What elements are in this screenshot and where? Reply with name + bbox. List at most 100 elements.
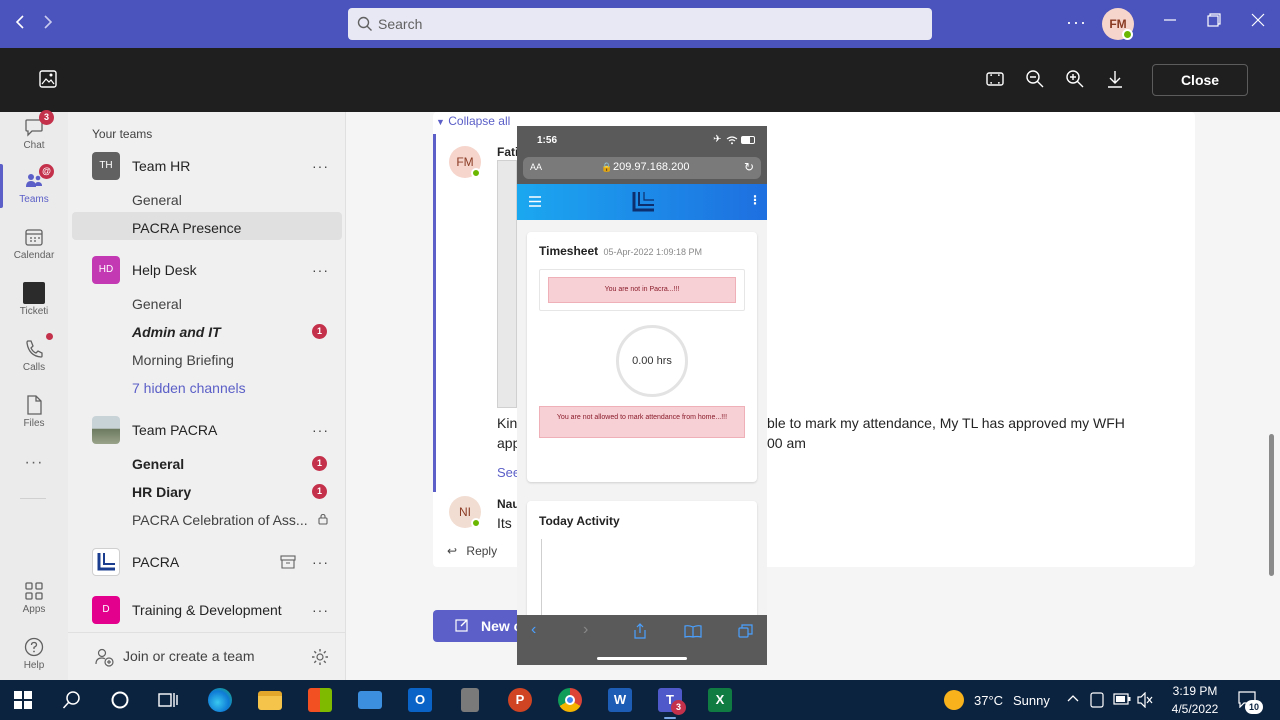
team-more-options-icon[interactable]: ··· [312,422,329,438]
hours-gauge: 0.00 hrs [616,325,688,397]
help-icon [24,637,44,657]
team-row-training[interactable]: D Training & Development ··· [68,596,345,624]
channel-general[interactable]: General [132,296,182,312]
reload-icon: ↻ [744,160,755,174]
clock-date[interactable]: 4/5/2022 [1164,702,1226,716]
rail-calls[interactable]: Calls [0,338,68,373]
volume-muted-icon[interactable] [1137,692,1153,708]
back-icon[interactable] [10,14,30,34]
cortana-icon[interactable] [110,690,130,710]
more-apps-icon[interactable]: ··· [0,454,68,472]
channel-general[interactable]: General [132,456,184,472]
file-explorer-icon[interactable] [256,686,284,714]
reply-button[interactable]: ↩ Reply [447,544,497,558]
team-more-options-icon[interactable]: ··· [312,262,329,278]
team-avatar: TH [92,152,120,180]
team-name: PACRA [132,554,180,570]
store-icon[interactable] [306,686,334,714]
restore-icon[interactable] [1203,12,1225,34]
team-row-pacra[interactable]: PACRA ··· [68,548,345,576]
rail-files[interactable]: Files [0,394,68,429]
minimize-icon[interactable] [1159,12,1181,34]
compose-icon [455,619,468,632]
notification-count-badge: 10 [1245,700,1263,714]
close-viewer-button[interactable]: Close [1152,64,1248,96]
back-icon: ‹ [531,621,537,638]
powerpoint-icon[interactable]: P [506,686,534,714]
attached-image-thumbnail[interactable] [497,160,517,408]
phone-status-bar: 1:56 ✈ [517,126,767,154]
task-view-icon[interactable] [158,690,178,710]
team-row-team-hr[interactable]: TH Team HR ··· [68,152,345,180]
unread-badge: 1 [312,324,327,339]
sunny-weather-icon[interactable] [944,690,964,710]
word-icon[interactable]: W [606,686,634,714]
team-row-help-desk[interactable]: HD Help Desk ··· [68,256,345,284]
download-icon[interactable] [1105,69,1127,91]
channel-general[interactable]: General [132,192,182,208]
edge-icon[interactable] [206,686,234,714]
vertical-scrollbar[interactable] [1269,434,1274,576]
hamburger-menu-icon [529,196,541,207]
pacra-logo-icon [92,548,120,576]
fit-to-screen-icon[interactable] [985,69,1007,91]
chevron-up-icon[interactable] [1067,694,1079,702]
weather-condition[interactable]: Sunny [1013,693,1050,708]
outlook-icon[interactable]: O [406,686,434,714]
chrome-icon[interactable] [556,686,584,714]
available-status-icon [1122,29,1133,40]
hidden-channels-link[interactable]: 7 hidden channels [132,380,246,396]
zoom-in-icon[interactable] [1065,69,1087,91]
team-more-options-icon[interactable]: ··· [312,602,329,618]
channel-pacra-presence[interactable]: PACRA Presence [132,220,241,236]
your-teams-heading: Your teams [92,127,153,141]
close-window-icon[interactable] [1247,12,1269,34]
lock-icon: 🔒 [601,162,613,172]
search-input[interactable]: Search [348,8,932,40]
forward-icon[interactable] [38,14,58,34]
reply-label: Reply [466,544,498,558]
message-text: ble to mark my attendance, My TL has app… [767,415,1125,431]
channel-admin-and-it[interactable]: Admin and IT [132,324,221,340]
channel-hr-diary[interactable]: HR Diary [132,484,191,500]
phone-time: 1:56 [537,135,558,146]
rail-divider [20,498,46,499]
team-avatar: D [92,596,120,624]
calls-notification-dot [46,333,53,340]
today-activity-title: Today Activity [539,514,620,528]
settings-more-icon[interactable]: ··· [1066,12,1087,33]
rail-calendar[interactable]: Calendar [0,226,68,261]
battery-icon[interactable] [1113,693,1131,705]
calculator-icon[interactable] [456,686,484,714]
battery-icon [741,136,755,144]
gear-icon[interactable] [310,647,330,667]
mail-icon[interactable] [356,686,384,714]
phone-screenshot-image: 1:56 ✈ AA 🔒 209.97.168.200 ↻ ⋮ Timesheet… [517,126,767,665]
rail-ticket[interactable]: Ticketi [0,282,68,317]
meet-now-icon[interactable] [1090,691,1104,709]
search-icon[interactable] [62,690,82,710]
join-create-team-link[interactable]: Join or create a team [123,648,255,664]
team-row-team-pacra[interactable]: Team PACRA ··· [68,416,345,444]
channel-morning-briefing[interactable]: Morning Briefing [132,352,234,368]
collapse-all-link[interactable]: ▼ Collapse all [436,114,510,128]
clock-time[interactable]: 3:19 PM [1169,684,1221,698]
rail-apps[interactable]: Apps [0,580,68,615]
windows-start-icon[interactable] [14,691,32,709]
rail-help[interactable]: Help [0,636,68,671]
temperature[interactable]: 37°C [974,693,1003,708]
chat-badge: 3 [39,110,54,125]
channel-pacra-celebration[interactable]: PACRA Celebration of Ass... [132,512,308,528]
rail-chat[interactable]: Chat [0,116,68,151]
rail-teams[interactable]: Teams [0,170,68,205]
wifi-icon [726,136,738,145]
team-more-options-icon[interactable]: ··· [312,158,329,174]
excel-icon[interactable]: X [706,686,734,714]
zoom-out-icon[interactable] [1025,69,1047,91]
not-in-pacra-alert: You are not in Pacra...!!! [548,277,736,303]
image-icon [38,69,60,91]
team-more-options-icon[interactable]: ··· [312,554,329,570]
sender-name[interactable]: Fati [497,145,518,159]
home-indicator [597,657,687,660]
rail-chat-label: Chat [23,140,45,151]
